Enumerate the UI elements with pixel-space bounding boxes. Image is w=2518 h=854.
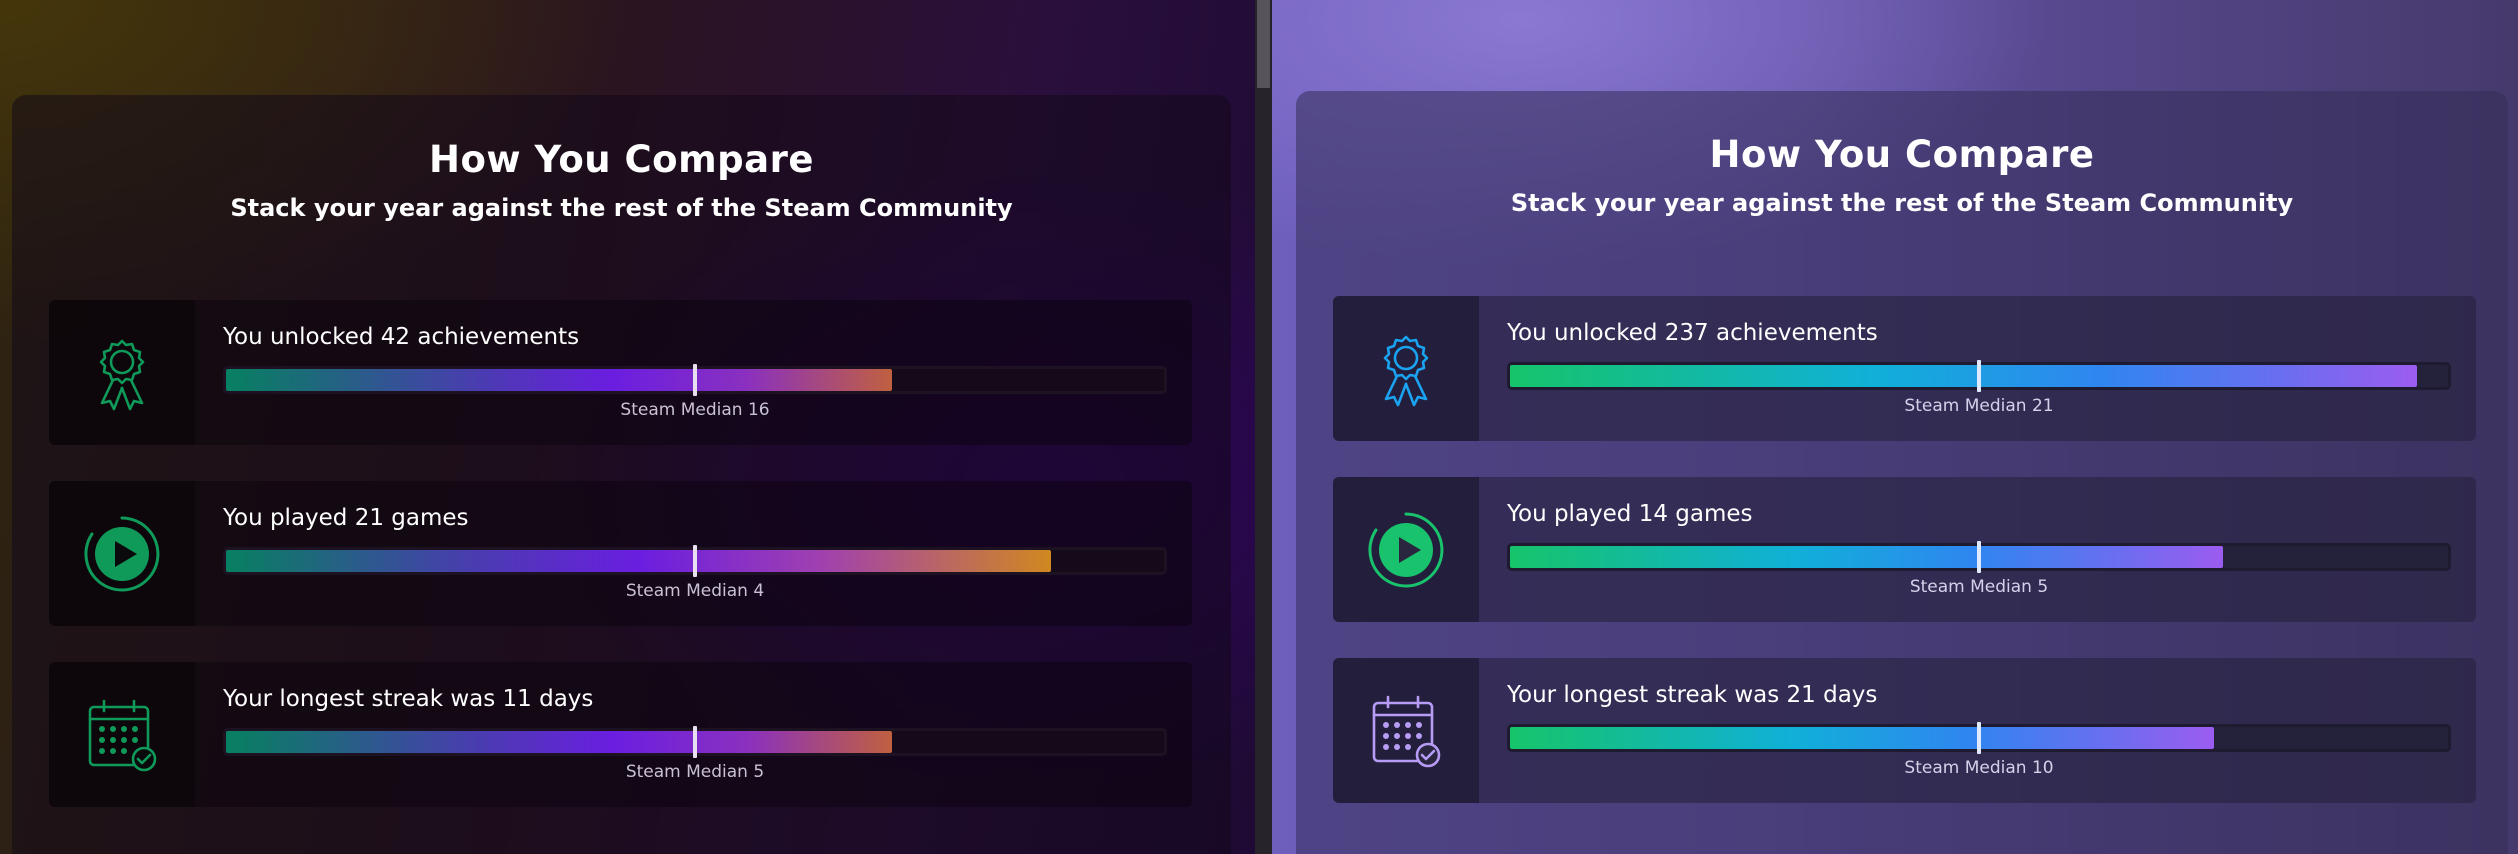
progress-fill [1510, 546, 2223, 568]
stat-label: You unlocked 42 achievements [223, 324, 580, 350]
progress-track [223, 545, 1167, 577]
median-label: Steam Median 4 [625, 581, 765, 601]
panel-subtitle: Stack your year against the rest of the … [1510, 189, 2294, 217]
median-label: Steam Median 21 [1904, 396, 2054, 416]
play-circle-icon [1333, 477, 1479, 622]
stat-row-achievements: You unlocked 237 achievements Steam Medi… [1333, 296, 2476, 441]
left-screen: How You Compare Stack your year against … [0, 0, 1255, 854]
right-screen: How You Compare Stack your year against … [1272, 0, 2518, 854]
stat-row-streak: Your longest streak was 11 days Steam Me… [49, 662, 1192, 807]
median-marker [1977, 360, 1981, 392]
median-marker [1977, 722, 1981, 754]
stat-label: You played 21 games [223, 505, 469, 531]
median-marker [1977, 541, 1981, 573]
calendar-check-icon [1333, 658, 1479, 803]
panel-subtitle: Stack your year against the rest of the … [230, 194, 1013, 222]
progress-track [223, 726, 1167, 758]
progress-track [1507, 722, 2451, 754]
left-compare-panel: How You Compare Stack your year against … [12, 95, 1231, 854]
scrollbar-thumb[interactable] [1257, 0, 1270, 88]
stat-row-games: You played 14 games Steam Median 5 [1333, 477, 2476, 622]
calendar-check-icon [49, 662, 195, 807]
progress-fill [1510, 727, 2214, 749]
stat-label: Your longest streak was 21 days [1507, 682, 1878, 708]
ribbon-award-icon [49, 300, 195, 445]
median-label: Steam Median 10 [1904, 758, 2054, 778]
median-marker [693, 726, 697, 758]
median-label: Steam Median 5 [1909, 577, 2049, 597]
stat-row-streak: Your longest streak was 21 days Steam Me… [1333, 658, 2476, 803]
play-circle-icon [49, 481, 195, 626]
median-marker [693, 545, 697, 577]
progress-fill [226, 731, 892, 753]
scrollbar-track[interactable] [1255, 0, 1272, 854]
stat-label: You played 14 games [1507, 501, 1753, 527]
progress-track [1507, 541, 2451, 573]
progress-fill [226, 550, 1052, 572]
median-marker [693, 364, 697, 396]
stat-row-achievements: You unlocked 42 achievements Steam Media… [49, 300, 1192, 445]
progress-fill [226, 369, 892, 391]
right-compare-panel: How You Compare Stack your year against … [1296, 91, 2508, 854]
stat-row-games: You played 21 games Steam Median 4 [49, 481, 1192, 626]
median-label: Steam Median 16 [620, 400, 770, 420]
panel-title: How You Compare [1709, 133, 2095, 176]
ribbon-award-icon [1333, 296, 1479, 441]
stat-label: You unlocked 237 achievements [1507, 320, 1878, 346]
median-label: Steam Median 5 [625, 762, 765, 782]
progress-track [223, 364, 1167, 396]
panel-title: How You Compare [429, 138, 814, 181]
stat-label: Your longest streak was 11 days [223, 686, 594, 712]
progress-track [1507, 360, 2451, 392]
progress-fill [1510, 365, 2418, 387]
